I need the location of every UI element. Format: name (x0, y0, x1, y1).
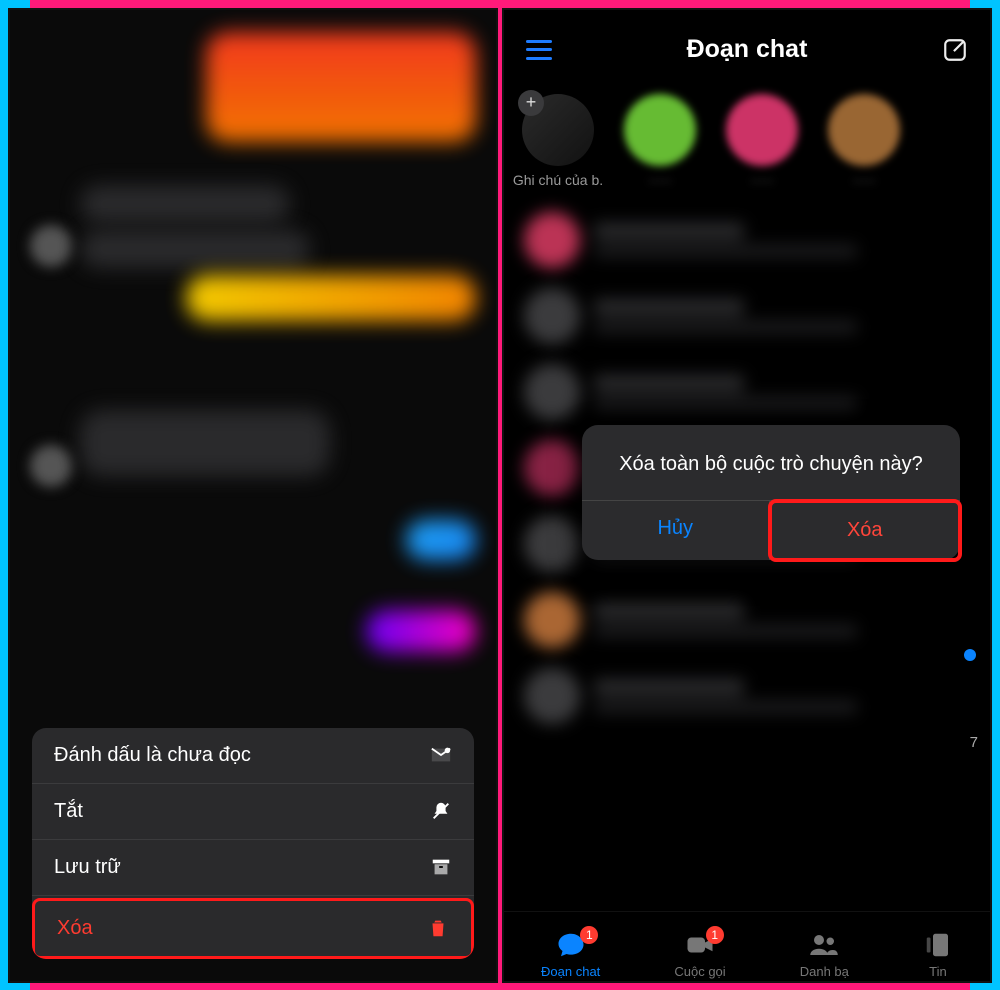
compose-icon[interactable] (942, 37, 968, 63)
delete-item[interactable]: Xóa (32, 898, 474, 959)
tab-stories[interactable]: Tin (923, 930, 953, 979)
page-title: Đoạn chat (687, 35, 808, 64)
message-bubble-sent (366, 610, 476, 652)
sender-avatar (30, 445, 72, 487)
delete-confirmation-alert: Xóa toàn bộ cuộc trò chuyện này? Hủy Xóa (582, 425, 960, 560)
tab-label: Danh bạ (800, 964, 849, 979)
unread-count: 7 (970, 734, 978, 751)
conversation-row[interactable] (516, 582, 978, 658)
tab-calls[interactable]: 1 Cuộc gọi (674, 930, 725, 979)
tab-label: Tin (929, 964, 947, 979)
tab-chats[interactable]: 1 Đoạn chat (541, 930, 600, 979)
mute-label: Tắt (54, 800, 83, 823)
archive-item[interactable]: Lưu trữ (32, 840, 474, 896)
my-note-story[interactable]: + Ghi chú của b. (518, 94, 598, 188)
chats-header: Đoạn chat (504, 10, 990, 80)
cancel-button[interactable]: Hủy (582, 501, 770, 560)
mark-unread-label: Đánh dấu là chưa đọc (54, 744, 251, 767)
phone-left: Đánh dấu là chưa đọc Tắt Lưu trữ Xóa (8, 8, 498, 983)
alert-title: Xóa toàn bộ cuộc trò chuyện này? (582, 425, 960, 500)
alert-buttons: Hủy Xóa (582, 500, 960, 560)
message-bubble-received (80, 185, 290, 223)
archive-box-icon (430, 856, 452, 878)
message-bubble-sent (186, 275, 476, 321)
message-bubble-received (80, 410, 330, 476)
phone-right: Đoạn chat + Ghi chú của b. ····· ····· ·… (502, 8, 992, 983)
mail-unread-icon (430, 744, 452, 766)
my-note-label: Ghi chú của b. (513, 172, 603, 188)
sender-avatar (30, 225, 72, 267)
tab-label: Đoạn chat (541, 964, 600, 979)
mark-unread-item[interactable]: Đánh dấu là chưa đọc (32, 728, 474, 784)
delete-button[interactable]: Xóa (768, 499, 963, 562)
mute-item[interactable]: Tắt (32, 784, 474, 840)
message-bubble-sent (206, 32, 476, 142)
people-icon (809, 930, 839, 960)
bell-off-icon (430, 800, 452, 822)
story-item[interactable]: ····· (722, 94, 802, 188)
stories-icon (923, 930, 953, 960)
tab-badge: 1 (706, 926, 724, 944)
trash-icon (427, 917, 449, 939)
message-bubble-sent (406, 520, 476, 560)
tab-badge: 1 (580, 926, 598, 944)
conversation-row[interactable] (516, 354, 978, 430)
bottom-tab-bar: 1 Đoạn chat 1 Cuộc gọi Danh bạ Tin (504, 911, 990, 981)
menu-icon[interactable] (526, 40, 552, 60)
message-bubble-received (80, 230, 310, 268)
tutorial-composite: Đánh dấu là chưa đọc Tắt Lưu trữ Xóa (0, 0, 1000, 990)
conversation-row[interactable] (516, 658, 978, 734)
chat-action-sheet: Đánh dấu là chưa đọc Tắt Lưu trữ Xóa (32, 728, 474, 959)
story-item[interactable]: ····· (620, 94, 700, 188)
unread-dot-icon (964, 649, 976, 661)
stories-row[interactable]: + Ghi chú của b. ····· ····· ····· (504, 80, 990, 194)
story-item[interactable]: ····· (824, 94, 904, 188)
archive-label: Lưu trữ (54, 856, 121, 879)
conversation-row[interactable] (516, 278, 978, 354)
delete-label: Xóa (57, 917, 93, 940)
plus-icon: + (518, 90, 544, 116)
tab-label: Cuộc gọi (674, 964, 725, 979)
tab-people[interactable]: Danh bạ (800, 930, 849, 979)
conversation-row[interactable] (516, 202, 978, 278)
